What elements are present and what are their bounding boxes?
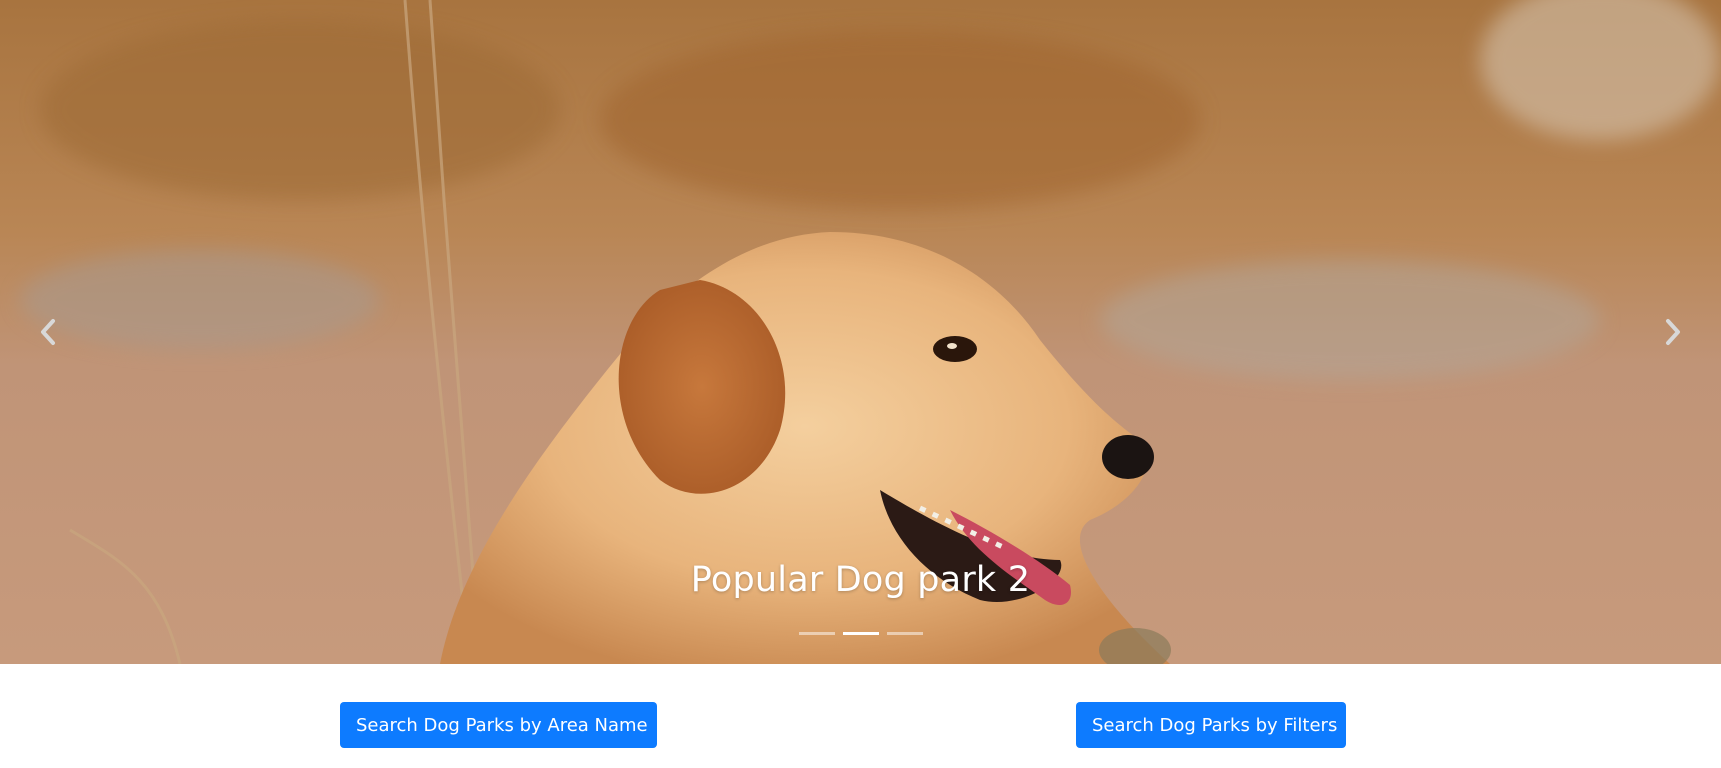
chevron-left-icon xyxy=(41,319,55,345)
carousel-indicators xyxy=(0,628,1721,638)
slide-caption: Popular Dog park 2 xyxy=(690,560,1031,600)
carousel-indicator-2[interactable] xyxy=(842,628,879,638)
search-by-filters-button[interactable]: Search Dog Parks by Filters xyxy=(1076,702,1346,748)
search-by-area-button[interactable]: Search Dog Parks by Area Name xyxy=(340,702,657,748)
hero-carousel: Popular Dog park 2 xyxy=(0,0,1721,664)
carousel-indicator-3[interactable] xyxy=(886,628,923,638)
carousel-indicator-1[interactable] xyxy=(798,628,835,638)
chevron-right-icon xyxy=(1666,319,1680,345)
search-actions: Search Dog Parks by Area Name Search Dog… xyxy=(0,664,1721,768)
